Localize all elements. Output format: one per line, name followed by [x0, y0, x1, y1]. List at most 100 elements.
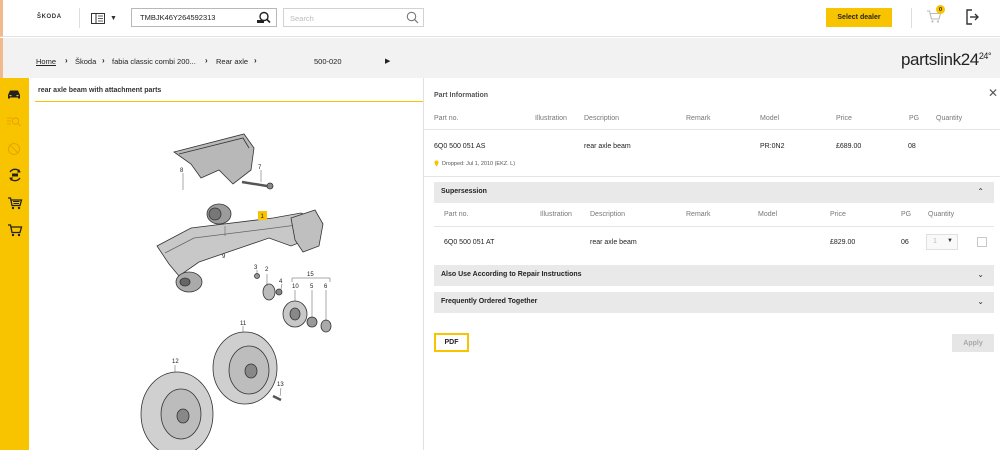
column-header: Description: [584, 115, 620, 122]
callout-2[interactable]: 2: [265, 267, 269, 273]
supersession-section[interactable]: Supersession ⌃: [434, 182, 994, 203]
column-header: Quantity: [928, 211, 955, 218]
vin-search-icon[interactable]: [7, 116, 21, 128]
partslink-logo-text: partslink24: [901, 50, 979, 69]
column-header: PG: [901, 211, 912, 218]
part-model: PR:0N2: [760, 143, 785, 150]
parts-diagram[interactable]: 8 7 9 3 2 4 15 10 5 6 11 12 13 1: [29, 78, 423, 450]
part-information-panel: Part Information ✕ Part no. Illustration…: [424, 78, 1000, 450]
column-header: Price: [836, 115, 852, 122]
callout-10[interactable]: 10: [292, 284, 299, 290]
column-header: Part no.: [434, 115, 459, 122]
callout-9[interactable]: 9: [222, 254, 226, 260]
quantity-select[interactable]: 1 ▼: [926, 234, 958, 250]
sidebar: [0, 78, 29, 450]
part-price: £689.00: [836, 143, 862, 150]
column-header: PG: [909, 115, 920, 122]
callout-6[interactable]: 6: [324, 284, 328, 290]
header-rule: [424, 129, 1000, 130]
search-field[interactable]: [283, 8, 424, 27]
cart-list-icon[interactable]: [7, 196, 23, 210]
supersession-label: Supersession: [441, 188, 487, 195]
catalog-menu-button[interactable]: ▼: [91, 10, 119, 26]
column-header: Description: [590, 211, 626, 218]
chevron-right-icon: ›: [254, 56, 257, 65]
column-header: Quantity: [936, 115, 963, 122]
quantity-value: 1: [933, 238, 937, 245]
callout-8[interactable]: 8: [180, 168, 184, 174]
cart-count-badge: 0: [936, 5, 945, 14]
select-dealer-button[interactable]: Select dealer: [826, 8, 892, 27]
frequently-ordered-label: Frequently Ordered Together: [441, 298, 538, 305]
column-header: Illustration: [540, 211, 572, 218]
column-header: Price: [830, 211, 846, 218]
close-icon[interactable]: ✕: [988, 86, 998, 100]
breadcrumb-model[interactable]: fabia classic combi 200...: [112, 57, 196, 66]
breadcrumb-brand[interactable]: Škoda: [75, 57, 96, 66]
column-header: Illustration: [535, 115, 567, 122]
header-divider: [79, 8, 80, 28]
partslink-logo: partslink2424°: [901, 50, 992, 69]
cart-icon[interactable]: [7, 223, 23, 237]
frequently-ordered-section[interactable]: Frequently Ordered Together ⌄: [434, 292, 994, 313]
breadcrumb-home[interactable]: Home: [36, 57, 56, 66]
part-pg: 08: [908, 143, 916, 150]
supersession-description: rear axle beam: [590, 239, 637, 246]
callout-7[interactable]: 7: [258, 165, 262, 171]
also-use-section[interactable]: Also Use According to Repair Instruction…: [434, 265, 994, 286]
chevron-right-icon: ›: [102, 56, 105, 65]
chevron-down-icon: ▼: [110, 14, 117, 22]
callout-13[interactable]: 13: [277, 382, 284, 388]
car-icon[interactable]: [7, 89, 21, 100]
chevron-down-icon[interactable]: ⌄: [977, 297, 984, 306]
column-header: Remark: [686, 115, 711, 122]
vin-search-icon[interactable]: [256, 11, 272, 24]
service-icon[interactable]: [7, 167, 23, 183]
part-number[interactable]: 6Q0 500 051 AS: [434, 143, 485, 150]
row-rule: [424, 176, 1000, 177]
apply-button[interactable]: Apply: [952, 334, 994, 352]
part-description: rear axle beam: [584, 143, 631, 150]
supersession-price: £829.00: [830, 239, 856, 246]
callout-12[interactable]: 12: [172, 359, 179, 365]
column-header: Model: [758, 211, 778, 218]
callout-3[interactable]: 3: [254, 265, 258, 271]
catalog-icon: [91, 12, 105, 24]
chevron-down-icon[interactable]: ⌄: [977, 270, 984, 279]
also-use-label: Also Use According to Repair Instruction…: [441, 271, 582, 278]
callout-5[interactable]: 5: [310, 284, 314, 290]
header-divider: [911, 8, 912, 28]
callout-11[interactable]: 11: [240, 321, 247, 327]
brand-logo[interactable]: ŠKODA: [37, 14, 62, 20]
header-rule: [434, 226, 994, 227]
search-input[interactable]: [290, 12, 400, 24]
vin-field[interactable]: TMBJK46Y264592313: [131, 8, 277, 27]
breadcrumb: Home › Škoda › fabia classic combi 200..…: [0, 38, 1000, 78]
breadcrumb-illustration[interactable]: 500-020: [314, 57, 342, 66]
callout-15[interactable]: 15: [307, 272, 314, 278]
logout-icon[interactable]: [964, 8, 980, 26]
chevron-down-icon: ▼: [947, 238, 953, 244]
select-checkbox[interactable]: [977, 237, 987, 247]
chevron-right-icon: ›: [205, 56, 208, 65]
supersession-part-number[interactable]: 6Q0 500 051 AT: [444, 239, 494, 246]
vin-value: TMBJK46Y264592313: [140, 13, 216, 22]
play-icon[interactable]: ▶: [385, 57, 390, 65]
supersession-pg: 06: [901, 239, 909, 246]
column-header: Model: [760, 115, 780, 122]
breadcrumb-group[interactable]: Rear axle: [216, 57, 248, 66]
callout-4[interactable]: 4: [279, 279, 283, 285]
pin-icon: [434, 160, 439, 167]
illustration-panel: rear axle beam with attachment parts 8 7…: [29, 78, 423, 450]
chevron-right-icon: ›: [65, 56, 68, 65]
disabled-circle-icon[interactable]: [7, 142, 21, 156]
top-bar: ŠKODA ▼ TMBJK46Y264592313 Select dealer: [0, 0, 1000, 37]
search-icon[interactable]: [406, 11, 419, 24]
dropped-note: Dropped: Jul 1, 2010 (EKZ. L): [434, 160, 515, 167]
chevron-up-icon[interactable]: ⌃: [977, 187, 984, 196]
part-information-title: Part Information: [434, 92, 489, 99]
pdf-button[interactable]: PDF: [434, 333, 469, 352]
column-header: Part no.: [444, 211, 469, 218]
dropped-note-text: Dropped: Jul 1, 2010 (EKZ. L): [442, 160, 516, 167]
column-header: Remark: [686, 211, 711, 218]
